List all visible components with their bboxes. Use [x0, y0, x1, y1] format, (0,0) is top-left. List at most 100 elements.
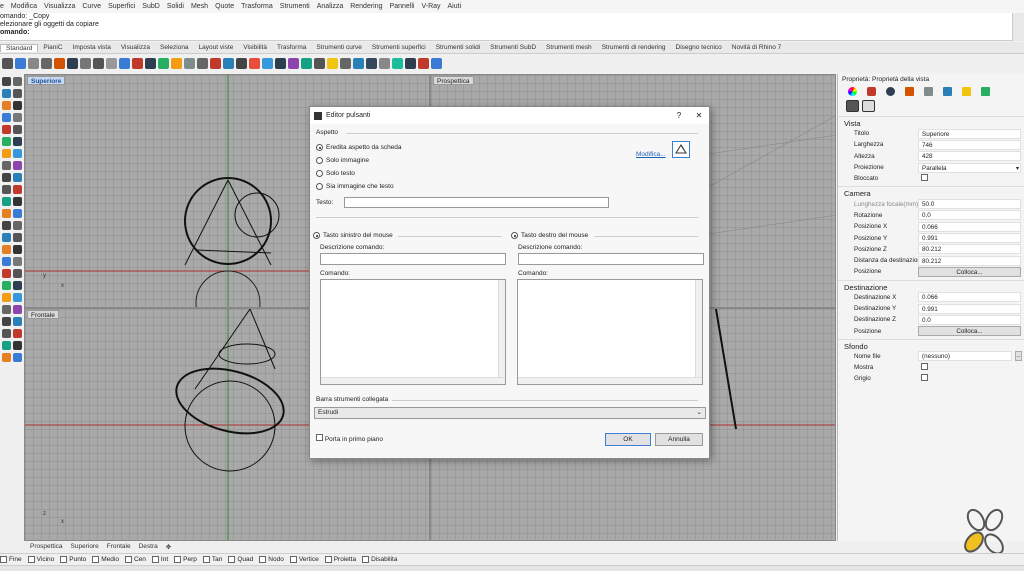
menu-item[interactable]: Pannelli: [390, 3, 415, 10]
section-sfondo[interactable]: Sfondo: [838, 338, 1024, 351]
menu-item[interactable]: Quote: [215, 3, 234, 10]
toolbar-icon[interactable]: [340, 57, 351, 69]
property-value[interactable]: 0.991: [918, 233, 1021, 244]
tool-icon[interactable]: [2, 89, 11, 98]
left-command-textarea[interactable]: [320, 279, 506, 385]
left-cmd-vscroll[interactable]: [498, 280, 505, 384]
menu-item[interactable]: Superfici: [108, 3, 135, 10]
toolbar-icon[interactable]: [431, 57, 442, 69]
button-preview-icon[interactable]: [672, 141, 690, 158]
toolbar-icon[interactable]: [80, 57, 91, 69]
grid-icon[interactable]: [981, 86, 990, 96]
osnap-option[interactable]: Nodo: [259, 556, 284, 563]
tool-icon[interactable]: [2, 269, 11, 278]
toolbar-icon[interactable]: [54, 57, 65, 69]
toolbar-icon[interactable]: [314, 57, 325, 69]
osnap-option[interactable]: Medio: [92, 556, 119, 563]
command-prompt[interactable]: omando:: [0, 29, 1024, 37]
tool-icon[interactable]: [2, 185, 11, 194]
property-checkbox[interactable]: [921, 362, 928, 370]
property-value[interactable]: 80.212: [918, 244, 1021, 255]
toolbar-icon[interactable]: [132, 57, 143, 69]
osnap-checkbox[interactable]: [324, 556, 332, 563]
toolbar-tab[interactable]: Strumenti curve: [311, 44, 367, 51]
radio-image-and-text-dot[interactable]: [316, 183, 323, 190]
osnap-checkbox[interactable]: [289, 556, 297, 563]
tool-icon[interactable]: [13, 113, 22, 122]
tool-icon[interactable]: [13, 329, 22, 338]
tool-icon[interactable]: [2, 329, 11, 338]
osnap-option[interactable]: Int: [151, 556, 168, 563]
menu-item[interactable]: SubD: [142, 3, 160, 10]
property-value[interactable]: 0.0: [918, 210, 1021, 221]
section-destinazione[interactable]: Destinazione: [838, 279, 1024, 292]
osnap-checkbox[interactable]: [124, 556, 132, 563]
toolbar-icon[interactable]: [41, 57, 52, 69]
tool-icon[interactable]: [13, 149, 22, 158]
toolbar-icon[interactable]: [28, 57, 39, 69]
toolbar-icon[interactable]: [236, 57, 247, 69]
toolbar-icon[interactable]: [392, 57, 403, 69]
help-button[interactable]: ?: [669, 111, 689, 120]
toolbar-tab[interactable]: Imposta vista: [68, 44, 116, 51]
menu-item[interactable]: Curve: [82, 3, 101, 10]
menu-item[interactable]: Solidi: [167, 3, 184, 10]
toolbar-icon[interactable]: [366, 57, 377, 69]
tool-icon[interactable]: [13, 137, 22, 146]
cancel-button[interactable]: Annulla: [655, 433, 703, 446]
toolbar-tab[interactable]: Strumenti SubD: [485, 44, 541, 51]
tool-icon[interactable]: [2, 173, 11, 182]
command-scrollbar[interactable]: [1012, 13, 1024, 41]
osnap-option[interactable]: Tan: [202, 556, 222, 563]
tool-icon[interactable]: [2, 101, 11, 110]
property-value[interactable]: 0.0: [918, 314, 1021, 325]
tool-icon[interactable]: [13, 269, 22, 278]
property-value[interactable]: 80.212: [918, 255, 1021, 266]
toolbar-tab[interactable]: PianiC: [38, 44, 67, 51]
menu-item[interactable]: Analizza: [317, 3, 343, 10]
tool-icon[interactable]: [13, 317, 22, 326]
menu-item[interactable]: e: [0, 3, 4, 10]
property-checkbox[interactable]: [921, 373, 928, 381]
radio-image-and-text[interactable]: Sia immagine che testo: [316, 183, 394, 190]
toolbar-icon[interactable]: [197, 57, 208, 69]
tool-icon[interactable]: [2, 257, 11, 266]
tool-icon[interactable]: [13, 161, 22, 170]
tool-icon[interactable]: [13, 221, 22, 230]
texture-icon[interactable]: [924, 86, 933, 96]
osnap-checkbox[interactable]: [0, 556, 7, 563]
viewport-label-front[interactable]: Frontale: [27, 310, 59, 319]
close-button[interactable]: ✕: [689, 111, 709, 120]
tool-icon[interactable]: [13, 209, 22, 218]
viewport-tab[interactable]: Prospettica: [30, 543, 63, 550]
osnap-checkbox[interactable]: [27, 556, 35, 563]
tool-icon[interactable]: [2, 161, 11, 170]
toolbar-icon[interactable]: [119, 57, 130, 69]
toolbar-tab[interactable]: Strumenti solidi: [431, 44, 485, 51]
tool-icon[interactable]: [2, 113, 11, 122]
viewport-tab[interactable]: Superiore: [71, 543, 99, 550]
osnap-checkbox[interactable]: [151, 556, 159, 563]
osnap-option[interactable]: Cen: [124, 556, 146, 563]
osnap-checkbox[interactable]: [202, 556, 210, 563]
radio-image-only[interactable]: Solo immagine: [316, 157, 369, 164]
left-desc-input[interactable]: [320, 253, 506, 265]
foreground-check[interactable]: [316, 434, 323, 441]
tool-icon[interactable]: [2, 341, 11, 350]
viewport-tab[interactable]: Destra: [139, 543, 158, 550]
tool-icon[interactable]: [2, 233, 11, 242]
radio-inherit-dot[interactable]: [316, 144, 323, 151]
tool-icon[interactable]: [2, 221, 11, 230]
radio-text-only-dot[interactable]: [316, 170, 323, 177]
render-icon[interactable]: [886, 86, 895, 96]
right-command-textarea[interactable]: [517, 279, 703, 385]
material-icon[interactable]: [867, 86, 876, 96]
color-wheel-icon[interactable]: [848, 86, 857, 96]
osnap-checkbox[interactable]: [174, 556, 182, 563]
browse-button[interactable]: ...: [1015, 351, 1022, 362]
toolbar-icon[interactable]: [418, 57, 429, 69]
right-cmd-hscroll[interactable]: [518, 377, 702, 384]
environment-icon[interactable]: [943, 86, 952, 96]
viewport-label-perspective[interactable]: Prospettica: [433, 76, 474, 85]
osnap-checkbox[interactable]: [92, 556, 100, 563]
